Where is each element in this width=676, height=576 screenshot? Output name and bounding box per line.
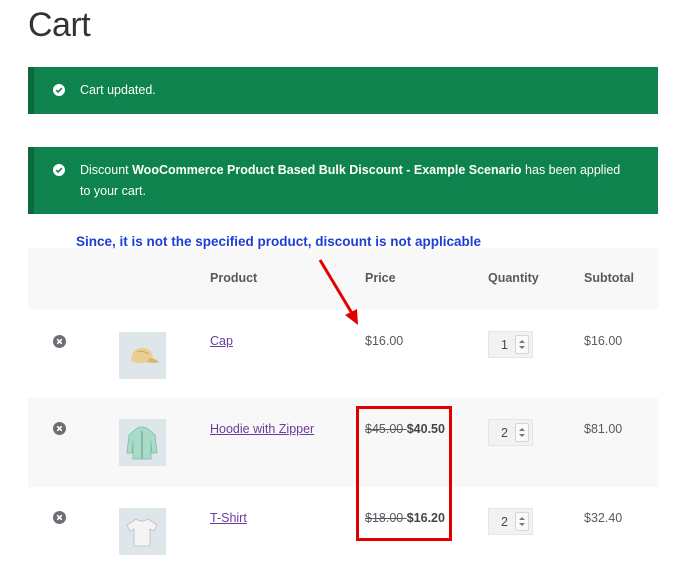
annotation-text: Since, it is not the specified product, … bbox=[76, 234, 482, 249]
cap-icon[interactable] bbox=[119, 332, 166, 379]
remove-item-icon[interactable] bbox=[53, 511, 66, 524]
header-quantity: Quantity bbox=[488, 271, 539, 285]
subtotal-cell: $32.40 bbox=[584, 511, 623, 525]
discount-highlight-box bbox=[356, 406, 452, 541]
quantity-value: 1 bbox=[501, 338, 508, 352]
spinner-arrows-icon[interactable] bbox=[515, 512, 529, 531]
hoodie-icon[interactable] bbox=[119, 419, 166, 466]
spinner-arrows-icon[interactable] bbox=[515, 423, 529, 442]
subtotal-cell: $81.00 bbox=[584, 422, 623, 436]
notice-message: Discount WooCommerce Product Based Bulk … bbox=[80, 160, 628, 202]
red-arrow-icon bbox=[318, 259, 358, 325]
notice-message: Cart updated. bbox=[80, 83, 156, 97]
product-link-tshirt[interactable]: T-Shirt bbox=[210, 511, 247, 525]
page-title: Cart bbox=[28, 6, 91, 44]
check-circle-icon bbox=[53, 164, 65, 176]
product-link-hoodie[interactable]: Hoodie with Zipper bbox=[210, 422, 314, 436]
quantity-stepper[interactable]: 2 bbox=[488, 508, 533, 535]
remove-item-icon[interactable] bbox=[53, 422, 66, 435]
quantity-stepper[interactable]: 1 bbox=[488, 331, 533, 358]
discount-applied-notice: Discount WooCommerce Product Based Bulk … bbox=[28, 147, 658, 214]
discount-name: WooCommerce Product Based Bulk Discount … bbox=[132, 163, 522, 177]
quantity-stepper[interactable]: 2 bbox=[488, 419, 533, 446]
table-row: Hoodie with Zipper $45.00 $40.50 2 $81.0… bbox=[28, 398, 658, 487]
quantity-value: 2 bbox=[501, 515, 508, 529]
subtotal-cell: $16.00 bbox=[584, 334, 623, 348]
notice-prefix: Discount bbox=[80, 163, 133, 177]
cart-updated-notice: Cart updated. bbox=[28, 67, 658, 114]
check-circle-icon bbox=[53, 84, 65, 96]
spinner-arrows-icon[interactable] bbox=[515, 335, 529, 354]
tshirt-icon[interactable] bbox=[119, 508, 166, 555]
quantity-value: 2 bbox=[501, 426, 508, 440]
product-link-cap[interactable]: Cap bbox=[210, 334, 233, 348]
remove-item-icon[interactable] bbox=[53, 335, 66, 348]
price-cell: $16.00 bbox=[365, 334, 403, 348]
current-price: $16.00 bbox=[365, 334, 404, 348]
header-product: Product bbox=[210, 271, 258, 285]
header-subtotal: Subtotal bbox=[584, 271, 634, 285]
